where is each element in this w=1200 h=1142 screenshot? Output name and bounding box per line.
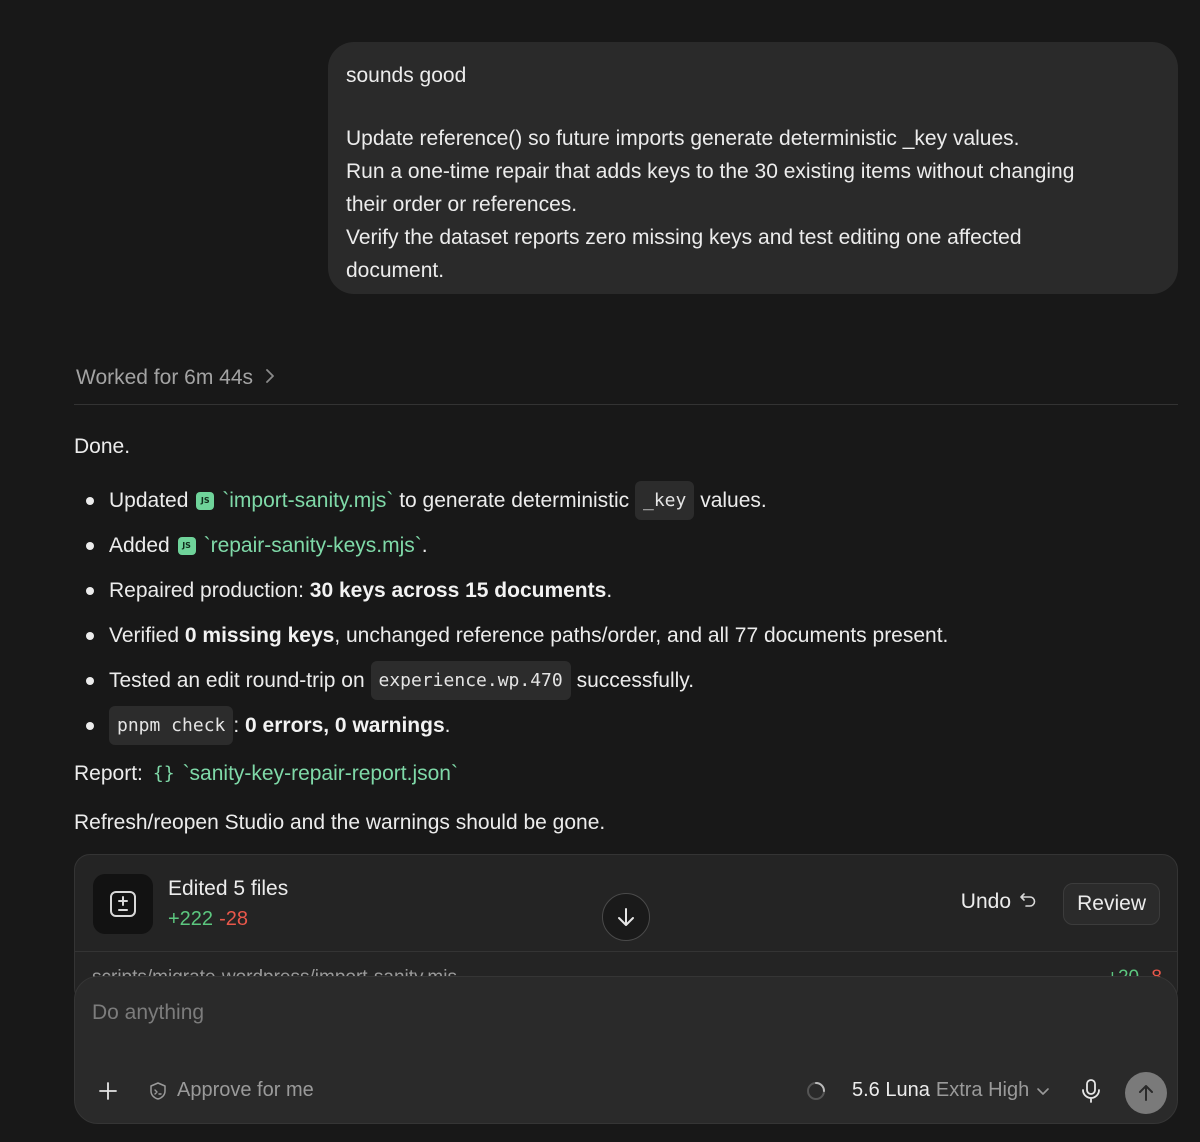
microphone-button[interactable]	[1080, 1078, 1102, 1109]
deletions-count: -28	[219, 908, 248, 930]
inline-code: _key	[635, 481, 695, 520]
inline-code: pnpm check	[109, 706, 234, 745]
additions-count: +222	[168, 908, 214, 930]
user-message-bubble: sounds good Update reference() so future…	[328, 42, 1178, 294]
json-file-icon: {}	[152, 763, 175, 784]
chevron-down-icon	[1037, 1087, 1050, 1095]
summary-list: Updated JS `import-sanity.mjs` to genera…	[74, 478, 1178, 748]
list-text: .	[421, 534, 428, 557]
list-item: pnpm check : 0 errors, 0 warnings .	[74, 703, 1178, 748]
composer: Approve for me 5.6 Luna Extra High	[74, 976, 1178, 1124]
list-item: Added JS `repair-sanity-keys.mjs` .	[74, 523, 1178, 568]
shield-icon	[150, 1081, 166, 1100]
file-link-import-sanity[interactable]: `import-sanity.mjs`	[222, 484, 393, 517]
list-text: .	[606, 579, 613, 602]
model-selector[interactable]: 5.6 Luna Extra High	[806, 1079, 1051, 1102]
edited-files-title: Edited 5 files	[168, 877, 289, 900]
report-line: Report: {} `sanity-key-repair-report.jso…	[74, 750, 1178, 798]
worked-for-toggle[interactable]: Worked for 6m 44s	[76, 366, 275, 390]
user-message-line: Verify the dataset reports zero missing …	[346, 226, 1022, 249]
user-message-line: document.	[346, 259, 445, 282]
chevron-right-icon	[265, 367, 275, 390]
add-attachment-button[interactable]	[95, 1078, 121, 1104]
file-link-report[interactable]: `sanity-key-repair-report.json`	[183, 750, 458, 798]
review-button[interactable]: Review	[1063, 883, 1160, 925]
list-item: Updated JS `import-sanity.mjs` to genera…	[74, 478, 1178, 523]
list-text: :	[233, 714, 246, 737]
worked-for-label: Worked for 6m 44s	[76, 366, 254, 389]
scroll-to-bottom-button[interactable]	[602, 893, 650, 941]
model-name: 5.6 Luna	[852, 1079, 930, 1101]
user-message-line: sounds good	[346, 64, 467, 87]
list-text: Verified	[109, 624, 185, 647]
microphone-icon	[1082, 1079, 1100, 1103]
file-link-repair-sanity-keys[interactable]: `repair-sanity-keys.mjs`	[204, 529, 422, 562]
prompt-input[interactable]	[92, 1001, 992, 1025]
loading-spinner-icon	[807, 1081, 825, 1100]
chat-page: sounds good Update reference() so future…	[0, 0, 1200, 1142]
effort-level: Extra High	[935, 1079, 1030, 1101]
js-file-icon: JS	[196, 491, 215, 510]
bold-text: 0 missing keys	[184, 624, 335, 647]
send-button[interactable]	[1125, 1072, 1167, 1114]
list-item: Verified 0 missing keys , unchanged refe…	[74, 613, 1178, 658]
list-item: Repaired production: 30 keys across 15 d…	[74, 568, 1178, 613]
approve-label: Approve for me	[177, 1079, 314, 1101]
undo-button[interactable]: Undo	[961, 890, 1037, 914]
list-text: successfully.	[570, 669, 695, 692]
list-text: values.	[694, 489, 767, 512]
list-text: Added	[109, 534, 170, 557]
list-text: Tested an edit round-trip on	[109, 669, 371, 692]
assistant-message: Done. Updated JS `import-sanity.mjs` to …	[74, 430, 1178, 848]
list-text: Updated	[109, 489, 189, 512]
refresh-text: Refresh/reopen Studio and the warnings s…	[74, 811, 606, 834]
user-message-line: their order or references.	[346, 193, 578, 216]
bold-text: 0 errors, 0 warnings	[245, 714, 445, 737]
arrow-down-icon	[618, 908, 634, 926]
list-text: Repaired production:	[109, 579, 310, 602]
approve-for-me-toggle[interactable]: Approve for me	[148, 1079, 314, 1102]
inline-code: experience.wp.470	[370, 661, 571, 700]
list-item: Tested an edit round-trip on experience.…	[74, 658, 1178, 703]
report-label: Report:	[74, 762, 143, 785]
user-message-line: Run a one-time repair that adds keys to …	[346, 160, 1075, 183]
arrow-up-icon	[1139, 1085, 1153, 1101]
diff-icon	[93, 874, 153, 934]
undo-label: Undo	[960, 890, 1011, 913]
list-text: .	[444, 714, 451, 737]
bold-text: 30 keys across 15 documents	[309, 579, 607, 602]
list-text: , unchanged reference paths/order, and a…	[334, 624, 949, 647]
js-file-icon: JS	[177, 536, 196, 555]
divider	[74, 404, 1178, 405]
list-text: to generate deterministic	[393, 489, 635, 512]
undo-icon	[1019, 890, 1037, 914]
user-message-line: Update reference() so future imports gen…	[346, 127, 1020, 150]
plus-icon	[99, 1082, 117, 1100]
done-text: Done.	[74, 435, 131, 458]
edited-files-stats: +222 -28	[168, 908, 248, 931]
